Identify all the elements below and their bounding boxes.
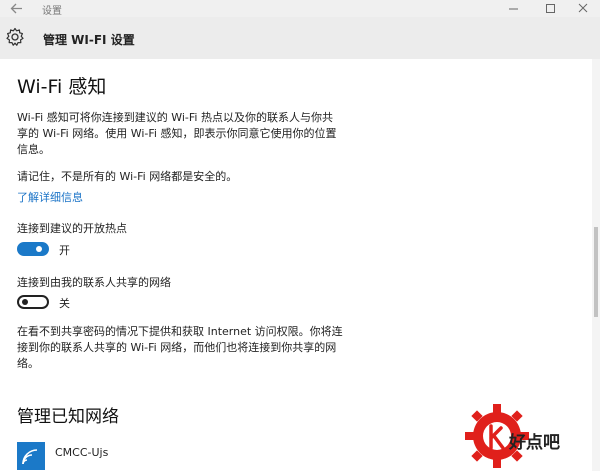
known-networks-heading: 管理已知网络	[17, 407, 119, 427]
toggle2-label: 连接到由我的联系人共享的网络	[17, 276, 171, 289]
learn-more-link[interactable]: 了解详细信息	[17, 189, 83, 205]
shared-network-toggle[interactable]	[17, 295, 49, 309]
info-line-3: 络。	[17, 357, 39, 370]
network-name[interactable]: CMCC-Ujs	[55, 446, 108, 459]
window-titlebar: 设置	[0, 0, 600, 17]
description-line-2: 享的 Wi-Fi 网络。使用 Wi-Fi 感知，即表示你同意它使用你的位置	[17, 127, 337, 140]
watermark-text: 好点吧	[509, 433, 560, 453]
back-arrow-icon[interactable]	[9, 1, 25, 16]
gear-icon	[6, 27, 24, 46]
toggle2-state: 关	[59, 297, 70, 310]
toggle-knob	[22, 299, 28, 305]
security-warning: 请记住，不是所有的 Wi-Fi 网络都是安全的。	[17, 170, 238, 183]
minimize-icon[interactable]	[497, 0, 531, 17]
toggle1-state: 开	[59, 244, 70, 257]
description-line-1: Wi-Fi 感知可将你连接到建议的 Wi-Fi 热点以及你的联系人与你共	[17, 111, 333, 124]
info-line-1: 在看不到共享密码的情况下提供和获取 Internet 访问权限。你将连	[17, 325, 343, 338]
open-hotspot-toggle[interactable]	[17, 242, 49, 256]
scroll-thumb[interactable]	[594, 227, 598, 317]
info-line-2: 接到你的联系人共享的 Wi-Fi 网络，而他们也将连接到你共享的网	[17, 341, 337, 354]
close-icon[interactable]	[566, 0, 600, 17]
page-title: Wi-Fi 感知	[17, 76, 107, 98]
toggle-knob	[36, 246, 42, 252]
toggle1-label: 连接到建议的开放热点	[17, 222, 127, 235]
description-line-3: 信息。	[17, 143, 50, 156]
header-title: 管理 WI-FI 设置	[43, 33, 135, 47]
window-title: 设置	[42, 6, 62, 17]
wifi-icon	[17, 442, 45, 470]
page-header: 管理 WI-FI 设置	[0, 17, 600, 59]
maximize-icon[interactable]	[534, 0, 568, 17]
